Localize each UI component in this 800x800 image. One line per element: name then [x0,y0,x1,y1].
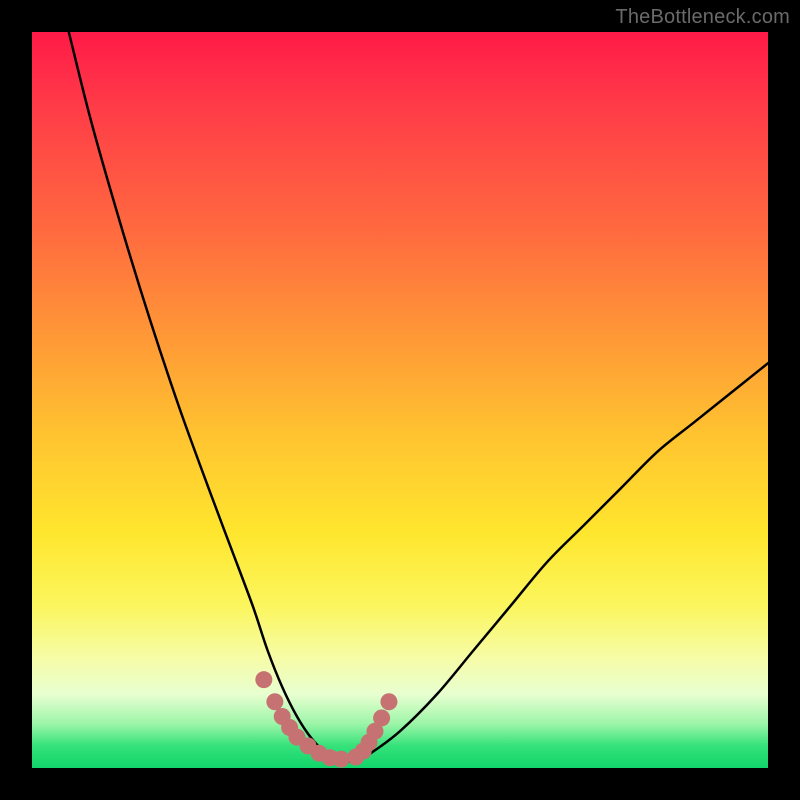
chart-svg [32,32,768,768]
highlight-dot [380,693,397,710]
watermark-text: TheBottleneck.com [615,6,790,29]
highlight-markers [255,671,397,767]
highlight-dot [266,693,283,710]
curve-path [69,32,768,762]
highlight-dot [333,751,350,768]
chart-frame: TheBottleneck.com [0,0,800,800]
highlight-dot [373,709,390,726]
chart-plot-area [32,32,768,768]
bottleneck-curve [69,32,768,762]
highlight-dot [255,671,272,688]
